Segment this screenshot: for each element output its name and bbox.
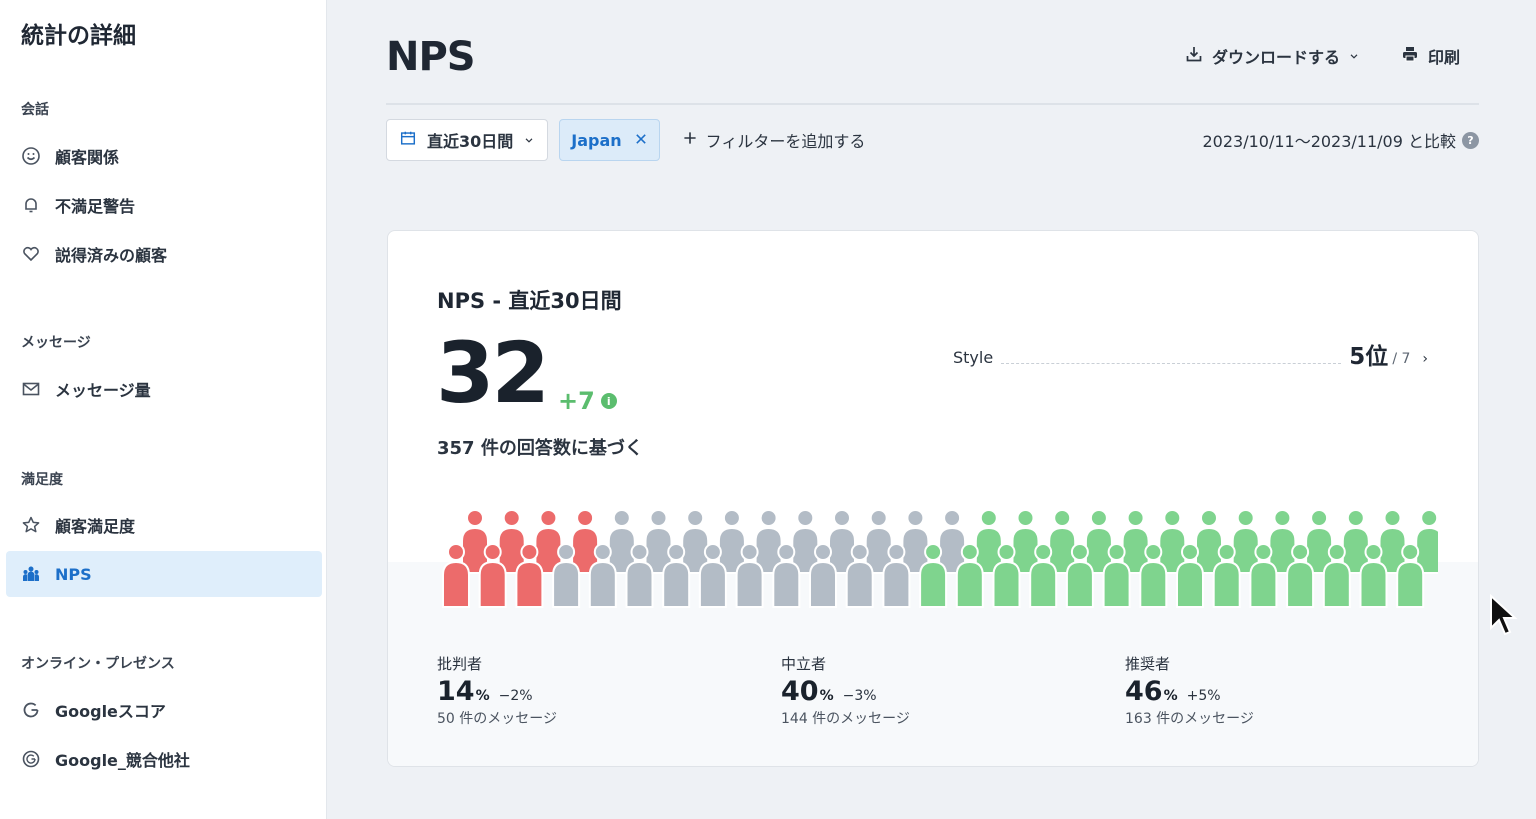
sidebar-item-label: 説得済みの顧客 xyxy=(55,246,168,265)
sidebar-title: 統計の詳細 xyxy=(21,23,136,49)
stat-passives: 中立者 40% −3% 144 件のメッセージ xyxy=(781,653,910,728)
printer-icon xyxy=(1400,44,1420,68)
people-chart xyxy=(442,509,1438,608)
sidebar-item-persuaded-customers[interactable]: 説得済みの顧客 xyxy=(6,231,322,277)
sidebar-item-message-volume[interactable]: メッセージ量 xyxy=(6,366,322,412)
print-button[interactable]: 印刷 xyxy=(1400,44,1460,68)
mouse-cursor-icon xyxy=(1490,594,1518,636)
filter-chip-country[interactable]: Japan xyxy=(559,119,660,161)
nps-card: NPS - 直近30日間 32 +7 i 357 件の回答数に基づく Style… xyxy=(387,230,1479,767)
stat-detractors: 批判者 14% −2% 50 件のメッセージ xyxy=(437,653,557,728)
mail-icon xyxy=(21,379,41,399)
ranking-value: 5位 xyxy=(1349,344,1389,370)
ranking-total: / 7 xyxy=(1392,351,1411,367)
stat-value: 14 xyxy=(437,676,475,707)
ranking-leader-line xyxy=(1001,363,1342,364)
date-range-dropdown[interactable]: 直近30日間 xyxy=(386,119,549,161)
section-label-satisfaction: 満足度 xyxy=(21,472,63,488)
stat-unit: % xyxy=(1163,688,1178,704)
google-icon xyxy=(21,700,41,720)
print-label: 印刷 xyxy=(1427,48,1460,67)
stat-label: 中立者 xyxy=(781,655,827,673)
sidebar-item-google-score[interactable]: Googleスコア xyxy=(6,687,322,733)
stat-messages[interactable]: 144 件のメッセージ xyxy=(781,708,910,728)
help-icon[interactable]: ? xyxy=(1462,131,1479,149)
close-icon[interactable] xyxy=(634,131,648,150)
stat-unit: % xyxy=(819,688,834,704)
chevron-down-icon xyxy=(523,131,535,150)
sidebar-item-label: Googleスコア xyxy=(55,702,166,721)
ranking-label: Style xyxy=(953,348,994,367)
download-icon xyxy=(1184,44,1204,68)
heart-icon xyxy=(21,244,41,264)
stat-messages[interactable]: 50 件のメッセージ xyxy=(437,708,557,728)
info-icon[interactable]: i xyxy=(600,393,617,409)
nps-icon xyxy=(21,564,41,584)
section-label-online-presence: オンライン・プレゼンス xyxy=(21,656,175,672)
sidebar-item-label: 顧客満足度 xyxy=(55,517,136,536)
stat-value: 40 xyxy=(781,676,819,707)
calendar-icon xyxy=(399,129,417,151)
stat-change: −3% xyxy=(842,688,877,704)
page-title: NPS xyxy=(386,34,476,80)
sidebar-item-google-competitors[interactable]: Google_競合他社 xyxy=(6,736,322,782)
chevron-down-icon xyxy=(1348,47,1360,66)
download-button[interactable]: ダウンロードする xyxy=(1184,44,1360,68)
sidebar-item-nps[interactable]: NPS xyxy=(6,551,322,597)
bell-icon xyxy=(21,195,41,215)
add-filter-label: フィルターを追加する xyxy=(705,132,866,151)
sidebar-item-dissatisfaction-alert[interactable]: 不満足警告 xyxy=(6,182,322,228)
response-count: 357 件の回答数に基づく xyxy=(437,438,643,459)
header-divider xyxy=(386,103,1479,105)
stat-label: 推奨者 xyxy=(1125,655,1171,673)
sidebar-item-label: NPS xyxy=(55,564,92,584)
stat-messages[interactable]: 163 件のメッセージ xyxy=(1125,708,1254,728)
stat-change: −2% xyxy=(498,688,533,704)
sidebar-item-customer-relations[interactable]: 顧客関係 xyxy=(6,133,322,179)
compare-period: 2023/10/11〜2023/11/09 と比較 ? xyxy=(1202,128,1479,152)
date-range-label: 直近30日間 xyxy=(427,132,514,151)
nps-score: 32 xyxy=(436,324,550,422)
stat-value: 46 xyxy=(1125,676,1163,707)
stat-promoters: 推奨者 46% +5% 163 件のメッセージ xyxy=(1125,653,1254,728)
chevron-right-icon: › xyxy=(1422,351,1428,367)
nps-delta: +7 i xyxy=(558,387,617,415)
sidebar-item-label: メッセージ量 xyxy=(55,381,151,400)
ranking-row[interactable]: Style 5位 / 7 › xyxy=(953,341,1428,371)
stat-unit: % xyxy=(475,688,490,704)
nps-delta-value: +7 xyxy=(558,387,595,415)
compare-label: 2023/10/11〜2023/11/09 と比較 xyxy=(1202,132,1456,151)
google-competitor-icon xyxy=(21,749,41,769)
sidebar-item-label: 不満足警告 xyxy=(55,197,136,216)
smile-icon xyxy=(21,146,41,166)
header-actions: ダウンロードする 印刷 xyxy=(1184,44,1460,68)
filter-bar: 直近30日間 Japan フィルターを追加する 2023/10/11〜2023/… xyxy=(386,119,1479,161)
sidebar: 統計の詳細 会話 顧客関係 不満足警告 説得済みの顧客 メッセージ メッセージ量… xyxy=(0,0,327,819)
plus-icon xyxy=(682,130,698,150)
section-label-conversation: 会話 xyxy=(21,102,49,118)
star-icon xyxy=(21,515,41,535)
add-filter-button[interactable]: フィルターを追加する xyxy=(682,128,866,152)
section-label-messages: メッセージ xyxy=(21,335,91,351)
sidebar-item-label: Google_競合他社 xyxy=(55,751,190,770)
download-label: ダウンロードする xyxy=(1211,48,1340,67)
stat-change: +5% xyxy=(1186,688,1221,704)
stat-label: 批判者 xyxy=(437,655,483,673)
sidebar-item-label: 顧客関係 xyxy=(55,148,120,167)
sidebar-item-csat[interactable]: 顧客満足度 xyxy=(6,502,322,548)
card-title: NPS - 直近30日間 xyxy=(437,289,622,313)
filter-chip-label: Japan xyxy=(571,130,622,150)
